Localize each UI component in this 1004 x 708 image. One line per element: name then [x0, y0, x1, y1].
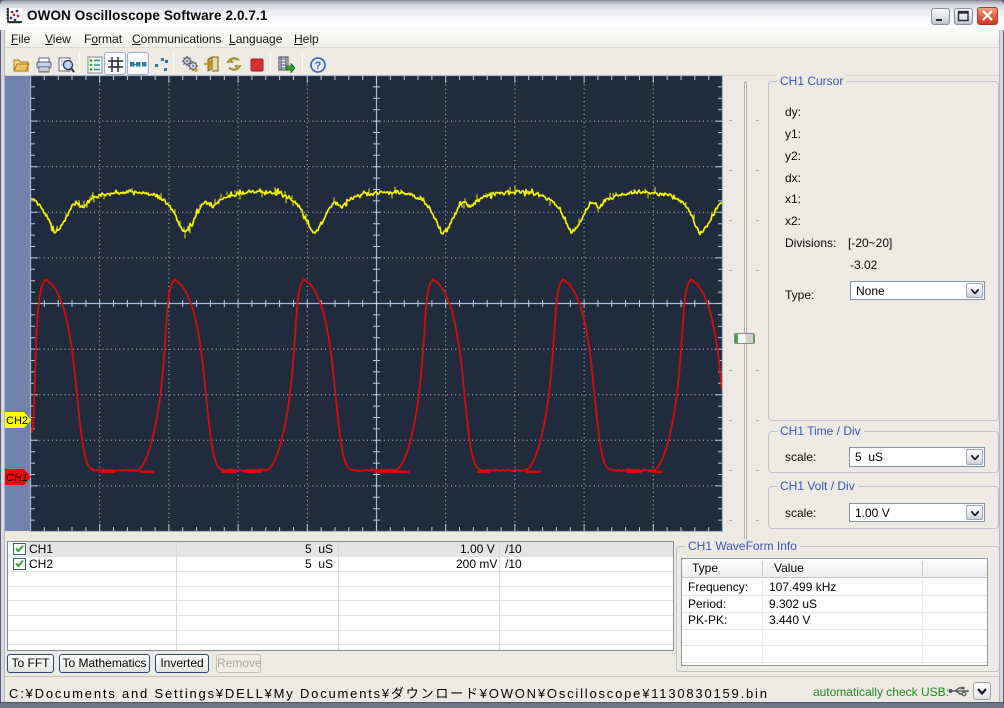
svg-text:CH1: CH1 [6, 472, 28, 484]
svg-text:CH2: CH2 [6, 415, 28, 427]
svg-text:?: ? [315, 60, 322, 72]
